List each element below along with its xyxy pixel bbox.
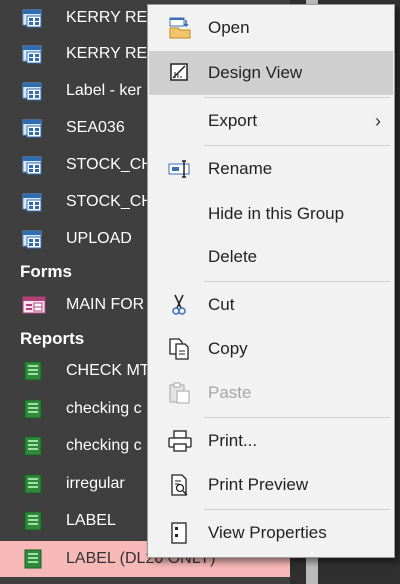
group-header-forms[interactable]: Forms	[20, 262, 72, 282]
report-icon	[24, 474, 42, 494]
nav-item-label: MAIN FOR	[66, 296, 145, 313]
scissors-icon	[172, 294, 186, 315]
query-icon	[22, 82, 42, 101]
menu-item-label: Delete	[208, 247, 258, 266]
query-icon	[22, 230, 42, 249]
menu-item-label: Cut	[208, 295, 235, 314]
report-icon	[24, 511, 42, 531]
properties-icon	[171, 522, 187, 544]
menu-item-export[interactable]: Export ›	[149, 99, 393, 143]
menu-item-label: Copy	[208, 339, 248, 358]
menu-separator	[204, 145, 390, 146]
menu-item-design-view[interactable]: Design View	[149, 51, 393, 95]
menu-separator	[204, 281, 390, 282]
menu-item-paste[interactable]: Paste	[149, 371, 393, 415]
form-icon	[22, 296, 46, 314]
report-icon	[24, 399, 42, 419]
menu-item-label: Design View	[208, 63, 303, 82]
menu-item-label: Paste	[208, 383, 252, 402]
menu-item-print[interactable]: Print...	[149, 419, 393, 463]
query-icon	[22, 156, 42, 175]
query-icon	[22, 9, 42, 28]
copy-icon	[169, 338, 189, 360]
menu-separator	[204, 417, 390, 418]
nav-item-label: Label - ker	[66, 82, 142, 99]
context-menu: Open Design View Export › Rename Hide in…	[147, 4, 395, 558]
report-icon	[24, 361, 42, 381]
query-icon	[22, 119, 42, 138]
nav-item-label: UPLOAD	[66, 230, 132, 247]
nav-item-label: STOCK_CH	[66, 193, 153, 210]
group-header-reports[interactable]: Reports	[20, 329, 84, 349]
menu-separator	[204, 97, 390, 98]
menu-item-label: Export	[208, 111, 258, 130]
nav-item-label: KERRY REP	[66, 45, 158, 62]
menu-item-cut[interactable]: Cut	[149, 283, 393, 327]
printer-icon	[168, 430, 192, 452]
menu-separator	[204, 509, 390, 510]
menu-item-open[interactable]: Open	[149, 6, 393, 50]
nav-item-label: SEA036	[66, 119, 125, 136]
menu-item-label: Print Preview	[208, 475, 309, 494]
open-icon	[169, 17, 191, 39]
nav-item-label: STOCK_CH	[66, 156, 153, 173]
report-icon	[24, 549, 42, 569]
menu-item-copy[interactable]: Copy	[149, 327, 393, 371]
nav-item-label: CHECK MT	[66, 362, 150, 379]
menu-item-hide-in-group[interactable]: Hide in this Group	[149, 192, 393, 236]
report-icon	[24, 436, 42, 456]
menu-item-label: Rename	[208, 159, 273, 178]
nav-item-label: checking c	[66, 400, 142, 417]
nav-item-label: LABEL	[66, 512, 116, 529]
paste-icon	[169, 382, 190, 404]
query-icon	[22, 193, 42, 212]
menu-item-rename[interactable]: Rename	[149, 147, 393, 191]
menu-item-label: View Properties	[208, 523, 327, 542]
menu-item-label: Print...	[208, 431, 258, 450]
print-preview-icon	[171, 474, 188, 496]
menu-item-label: Hide in this Group	[208, 204, 345, 223]
menu-item-label: Open	[208, 18, 250, 37]
nav-item-label: irregular	[66, 475, 125, 492]
nav-item-label: checking c	[66, 437, 142, 454]
menu-item-print-preview[interactable]: Print Preview	[149, 463, 393, 507]
menu-item-view-properties[interactable]: View Properties	[149, 511, 393, 555]
query-icon	[22, 45, 42, 64]
nav-item-label: KERRY REP	[66, 9, 158, 26]
design-view-icon	[170, 63, 188, 81]
submenu-arrow-icon: ›	[375, 110, 381, 131]
menu-item-delete[interactable]: Delete	[149, 235, 393, 279]
rename-icon	[168, 160, 190, 178]
